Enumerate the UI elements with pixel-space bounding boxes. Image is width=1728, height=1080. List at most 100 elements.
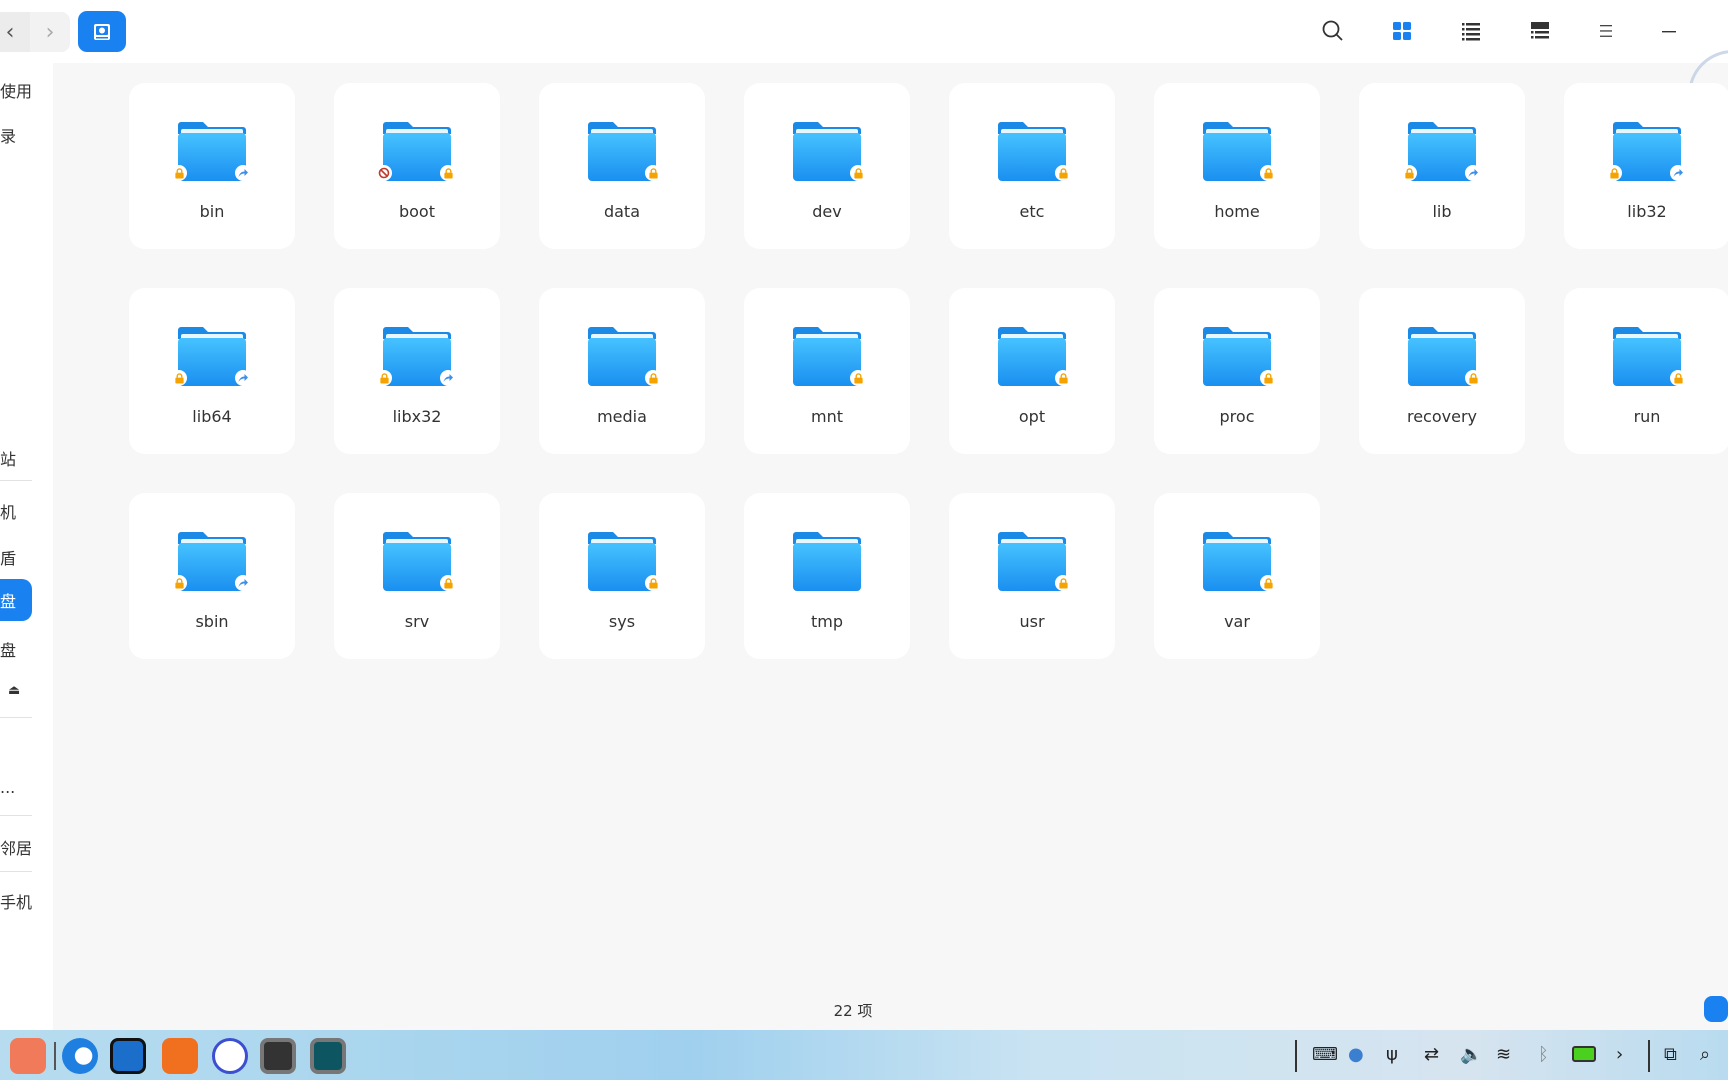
editor-icon[interactable] [310,1038,346,1074]
folder-item[interactable]: opt [949,288,1115,454]
folder-name: opt [1018,407,1046,426]
folder-item[interactable]: libx32 [334,288,500,454]
forward-button[interactable]: › [30,12,70,52]
lock-badge-icon [1401,165,1417,181]
folder-item[interactable]: sbin [129,493,295,659]
volume-icon[interactable]: 🔈 [1460,1044,1482,1065]
folder-icon [1407,325,1481,387]
expand-tray-icon[interactable]: › [1616,1044,1623,1065]
folder-item[interactable]: sys [539,493,705,659]
folder-item[interactable]: lib64 [129,288,295,454]
folder-name: mnt [811,407,843,426]
folder-item[interactable]: recovery [1359,288,1525,454]
folder-item[interactable]: proc [1154,288,1320,454]
sidebar-item-directory[interactable]: 录 [0,123,16,147]
grid-icon [1393,22,1411,40]
folder-name: media [597,407,647,426]
sidebar-item-system-disk[interactable]: 盘 [0,579,32,621]
usb-icon[interactable]: ψ [1386,1044,1398,1065]
folder-item[interactable]: boot [334,83,500,249]
terminal-icon[interactable] [260,1038,296,1074]
sidebar-item-data-disk[interactable]: 盘 [0,637,16,661]
sidebar-item-trash[interactable]: 站 [0,446,16,470]
sidebar-item-label: 使用 [0,82,33,101]
folder-name: lib [1432,202,1452,221]
sidebar-item-label: 机 [0,503,17,522]
list-view-button[interactable] [1456,16,1486,46]
folder-item[interactable]: usr [949,493,1115,659]
menu-button[interactable] [1591,16,1621,46]
folder-icon [792,530,862,592]
bluetooth-icon[interactable]: ᛒ [1538,1044,1549,1065]
folder-name: lib64 [192,407,232,426]
location-disk-button[interactable] [78,11,126,52]
folder-icon [997,530,1071,592]
back-button[interactable]: ‹ [0,12,30,52]
search-icon[interactable]: ⌕ [1700,1044,1710,1065]
sidebar-item-vault[interactable]: 盾 [0,545,16,569]
lock-badge-icon [171,165,187,181]
scrollbar[interactable] [1704,996,1728,1022]
screenshot-icon[interactable]: ⧉ [1664,1044,1677,1065]
share-badge-icon [235,370,251,386]
chevron-right-icon: › [45,19,55,45]
folder-item[interactable]: var [1154,493,1320,659]
file-manager-icon[interactable] [110,1038,146,1074]
folder-name: sbin [195,612,229,631]
forbidden-badge-icon [376,165,392,181]
sidebar-item-network[interactable]: 邻居 [0,835,32,859]
keyboard-icon[interactable]: ⌨ [1312,1044,1338,1065]
sidebar-item-label: 邻居 [0,839,33,858]
sidebar-item-phone[interactable]: 手机 [0,889,32,913]
minimize-icon [1662,31,1676,33]
sidebar-item-recent[interactable]: 使用 [0,78,32,102]
folder-icon [1401,120,1481,182]
folder-item[interactable]: tmp [744,493,910,659]
minimize-button[interactable] [1654,16,1684,46]
tree-view-button[interactable] [1525,16,1555,46]
lock-badge-icon [440,575,456,591]
folder-icon [1202,120,1276,182]
folder-item[interactable]: bin [129,83,295,249]
folder-item[interactable]: run [1564,288,1728,454]
sidebar-item-label: 盾 [0,549,17,568]
folder-item[interactable]: home [1154,83,1320,249]
sidebar-item-computer[interactable]: 机 [0,499,16,523]
sidebar-item-label: 盘 [0,641,17,660]
settings-icon[interactable] [212,1038,248,1074]
folder-name: var [1224,612,1250,631]
app-store-icon[interactable] [162,1038,198,1074]
divider [0,480,32,481]
lock-badge-icon [1055,370,1071,386]
folder-icon [171,530,251,592]
folder-item[interactable]: etc [949,83,1115,249]
sidebar-item-more[interactable]: ... [0,778,15,797]
search-button[interactable] [1318,16,1348,46]
battery-icon[interactable] [1572,1046,1596,1062]
folder-item[interactable]: media [539,288,705,454]
lock-badge-icon [1260,165,1276,181]
icon-view-button[interactable] [1387,16,1417,46]
launcher-icon[interactable] [10,1038,46,1074]
eject-button[interactable]: ⏏ [8,683,20,698]
search-icon [1322,20,1343,41]
lock-badge-icon [850,165,866,181]
folder-item[interactable]: srv [334,493,500,659]
folder-item[interactable]: data [539,83,705,249]
sidebar-item-label: ... [0,778,16,797]
tree-view-icon [1531,22,1549,39]
browser-icon[interactable] [62,1038,98,1074]
share-badge-icon [1670,165,1686,181]
folder-item[interactable]: dev [744,83,910,249]
folder-item[interactable]: lib32 [1564,83,1728,249]
share-badge-icon [235,165,251,181]
wifi-icon[interactable]: ≋ [1496,1044,1511,1065]
folder-item[interactable]: lib [1359,83,1525,249]
screen-record-icon[interactable]: ● [1348,1044,1364,1065]
folder-item[interactable]: mnt [744,288,910,454]
folder-name: usr [1019,612,1045,631]
network-transfer-icon[interactable]: ⇄ [1424,1044,1439,1065]
list-icon [1462,23,1480,41]
folder-icon [587,120,661,182]
folder-name: data [603,202,641,221]
